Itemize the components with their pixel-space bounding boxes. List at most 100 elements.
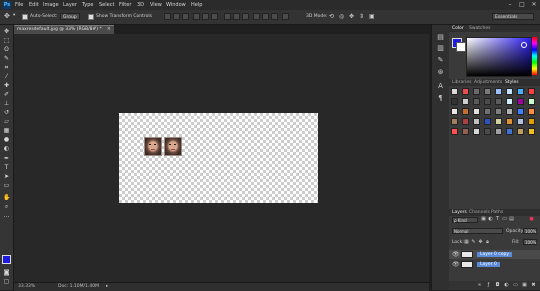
face-image-1[interactable] (144, 137, 162, 156)
hue-slider[interactable] (532, 37, 537, 75)
visibility-eye-icon[interactable]: 👁︎ (452, 251, 460, 258)
style-swatch[interactable] (462, 118, 469, 125)
tab-color[interactable]: Color (452, 26, 464, 31)
tab-layers[interactable]: Layers (452, 210, 467, 215)
style-swatch[interactable] (473, 88, 480, 95)
dodge-tool-icon[interactable]: ◐ (3, 146, 10, 152)
workspace-dropdown[interactable]: Essentials (492, 13, 534, 20)
menu-edit[interactable]: Edit (29, 2, 39, 8)
tab-adjustments[interactable]: Adjustments (474, 80, 502, 85)
hand-tool-icon[interactable]: ✋ (3, 195, 10, 201)
blend-mode-select[interactable]: Normal (452, 228, 503, 234)
style-swatch[interactable] (495, 108, 502, 115)
quick-select-tool-icon[interactable]: ✎ (3, 56, 10, 62)
layer-row[interactable]: 👁︎ Layer 0 copy (449, 250, 540, 259)
lock-all-icon[interactable]: 🔒︎ (485, 240, 490, 245)
menu-filter[interactable]: Filter (119, 2, 131, 8)
quick-mask-icon[interactable]: ◙ (3, 270, 10, 276)
trash-icon[interactable]: ✖ (531, 283, 536, 288)
style-swatch[interactable] (473, 108, 480, 115)
distribute-center-icon[interactable] (262, 13, 269, 20)
clone-stamp-icon[interactable]: ⊥ (3, 101, 10, 107)
history-panel-icon[interactable]: ▤ (436, 33, 445, 41)
style-swatch[interactable] (528, 108, 535, 115)
status-arrow-icon[interactable]: ▸ (106, 284, 108, 289)
background-color-chip[interactable] (456, 42, 466, 52)
3d-rotate-icon[interactable]: ⟲ (329, 13, 334, 20)
opacity-input[interactable]: 100% (523, 228, 537, 234)
auto-select-dropdown[interactable]: Group (60, 13, 80, 20)
style-swatch[interactable] (473, 128, 480, 135)
3d-scale-icon[interactable]: ▣ (369, 13, 375, 20)
distribute-left-icon[interactable] (253, 13, 260, 20)
style-swatch[interactable] (517, 98, 524, 105)
character-panel-icon[interactable]: A (436, 82, 445, 90)
tab-styles[interactable]: Styles (505, 80, 519, 85)
menu-layer[interactable]: Layer (63, 2, 77, 8)
layer-kind-filter[interactable]: ρ Kind (452, 217, 478, 223)
style-swatch[interactable] (495, 98, 502, 105)
healing-brush-icon[interactable]: ✚ (3, 83, 10, 89)
pen-tool-icon[interactable]: ✒ (3, 156, 10, 162)
type-tool-icon[interactable]: T (3, 165, 10, 171)
history-brush-icon[interactable]: ↺ (3, 110, 10, 116)
menu-select[interactable]: Select (99, 2, 114, 8)
filter-pixel-icon[interactable]: ▣ (481, 217, 486, 222)
maximize-button[interactable]: □ (517, 1, 527, 9)
align-center-icon[interactable] (202, 13, 209, 20)
style-swatch[interactable] (462, 88, 469, 95)
zoom-level[interactable]: 33.33% (18, 284, 35, 289)
style-swatch[interactable] (517, 108, 524, 115)
style-swatch[interactable] (451, 88, 458, 95)
style-swatch[interactable] (506, 88, 513, 95)
foreground-color-swatch[interactable] (2, 255, 11, 264)
align-top-icon[interactable] (164, 13, 171, 20)
align-middle-icon[interactable] (173, 13, 180, 20)
brush-tool-icon[interactable]: ✐ (3, 92, 10, 98)
fx-icon[interactable]: ƒ (486, 283, 491, 288)
distribute-middle-icon[interactable] (233, 13, 240, 20)
filter-toggle-icon[interactable]: ● (529, 217, 534, 222)
style-swatch[interactable] (506, 98, 513, 105)
zoom-tool-icon[interactable]: ⌕ (3, 204, 10, 210)
tab-channels[interactable]: Channels (469, 210, 490, 215)
more-tools-icon[interactable]: … (3, 213, 10, 219)
menu-type[interactable]: Type (82, 2, 93, 8)
tab-libraries[interactable]: Libraries (452, 80, 471, 85)
blur-tool-icon[interactable]: ● (3, 137, 10, 143)
eyedropper-tool-icon[interactable]: ⁄ (3, 74, 10, 80)
menu-help[interactable]: Help (191, 2, 202, 8)
minimize-button[interactable]: – (505, 1, 515, 9)
style-swatch[interactable] (517, 88, 524, 95)
style-swatch[interactable] (528, 118, 535, 125)
style-swatch[interactable] (451, 98, 458, 105)
menu-file[interactable]: File (15, 2, 23, 8)
3d-roll-icon[interactable]: ◎ (339, 13, 344, 20)
lasso-tool-icon[interactable]: ʘ (3, 47, 10, 53)
close-document-icon[interactable]: × (107, 26, 111, 32)
style-swatch[interactable] (451, 118, 458, 125)
style-swatch[interactable] (462, 98, 469, 105)
style-swatch[interactable] (462, 128, 469, 135)
color-picker-cursor[interactable] (521, 42, 527, 48)
screen-mode-icon[interactable]: ▢ (3, 279, 10, 285)
style-swatch[interactable] (495, 88, 502, 95)
filter-type-icon[interactable]: T (495, 217, 500, 222)
style-swatch[interactable] (484, 108, 491, 115)
gradient-tool-icon[interactable]: ▦ (3, 128, 10, 134)
lock-pixels-icon[interactable]: ✎ (471, 240, 476, 245)
menu-3d[interactable]: 3D (137, 2, 144, 8)
filter-adjustment-icon[interactable]: ◐ (488, 217, 493, 222)
filter-shape-icon[interactable]: ▭ (502, 217, 507, 222)
layer-name[interactable]: Layer 0 copy (477, 252, 513, 257)
distribute-right-icon[interactable] (271, 13, 278, 20)
menu-window[interactable]: Window (166, 2, 186, 8)
document-canvas[interactable] (119, 113, 318, 203)
style-swatch[interactable] (528, 88, 535, 95)
style-swatch[interactable] (473, 118, 480, 125)
face-image-2[interactable] (164, 137, 182, 156)
new-layer-icon[interactable]: ▣ (522, 283, 527, 288)
adjustment-icon[interactable]: ◐ (504, 283, 509, 288)
style-swatch[interactable] (506, 108, 513, 115)
clone-source-icon[interactable]: ⊛ (436, 68, 445, 76)
